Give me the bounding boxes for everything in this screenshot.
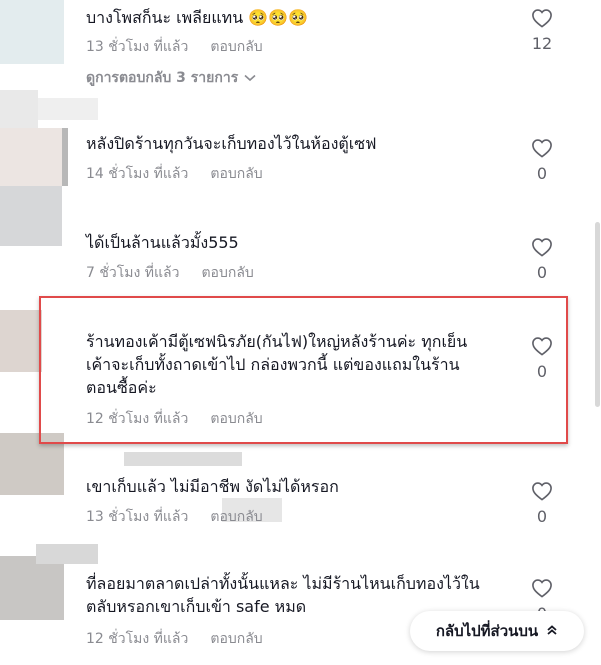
like-button[interactable]: 12: [528, 8, 556, 53]
avatar[interactable]: [0, 310, 42, 372]
comment-text: ที่ลอยมาตลาดเปล่าทั้งนั้นแหละ ไม่มีร้านไ…: [86, 574, 480, 593]
like-button[interactable]: 0: [528, 481, 556, 526]
comment-meta: 12 ชั่วโมง ที่แล้ว ตอบกลับ: [86, 628, 263, 650]
back-to-top-label: กลับไปที่ส่วนบน: [435, 622, 539, 640]
like-button[interactable]: 0: [528, 237, 556, 282]
view-replies-label: ดูการตอบกลับ 3 รายการ: [86, 70, 239, 86]
reply-button[interactable]: ตอบกลับ: [210, 39, 262, 55]
double-chevron-up-icon: [546, 624, 558, 639]
reply-button[interactable]: ตอบกลับ: [210, 509, 262, 525]
like-count: 0: [536, 164, 548, 183]
comment-text: ได้เป็นล้านแล้วมั้ง555: [86, 233, 239, 252]
comment-meta: 14 ชั่วโมง ที่แล้ว ตอบกลับ: [86, 163, 263, 185]
heart-outline-icon: [532, 139, 552, 158]
avatar[interactable]: [0, 0, 64, 64]
like-count: 0: [536, 263, 548, 282]
comment-meta: 13 ชั่วโมง ที่แล้ว ตอบกลับ: [86, 506, 263, 528]
blurred-username: [124, 452, 242, 466]
comment-text: เขาเก็บแล้ว ไม่มีอาชีพ งัดไม่ได้หรอก: [86, 477, 339, 496]
comment-time: 14 ชั่วโมง ที่แล้ว: [86, 166, 189, 182]
reply-button[interactable]: ตอบกลับ: [201, 265, 253, 281]
comment-time: 12 ชั่วโมง ที่แล้ว: [86, 631, 189, 647]
avatar[interactable]: [0, 186, 64, 246]
reply-button[interactable]: ตอบกลับ: [210, 166, 262, 182]
like-button[interactable]: 0: [528, 138, 556, 183]
heart-outline-icon: [532, 238, 552, 257]
back-to-top-button[interactable]: กลับไปที่ส่วนบน: [410, 611, 584, 651]
comment-time: 13 ชั่วโมง ที่แล้ว: [86, 39, 189, 55]
scrollbar-thumb[interactable]: [595, 222, 600, 407]
like-count: 0: [536, 507, 548, 526]
like-count: 12: [531, 34, 553, 53]
heart-outline-icon: [532, 579, 552, 598]
comment-text: ตลับหรอกเขาเก็บเข้า safe หมด: [86, 597, 307, 616]
comment-text: บางโพสก็นะ เพลียแทน 🥺🥺🥺: [86, 8, 309, 27]
highlight-box: [39, 296, 568, 444]
avatar: [0, 90, 98, 130]
avatar[interactable]: [0, 544, 98, 620]
comment-time: 7 ชั่วโมง ที่แล้ว: [86, 265, 180, 281]
avatar[interactable]: [0, 128, 70, 186]
comment-time: 13 ชั่วโมง ที่แล้ว: [86, 509, 189, 525]
chevron-down-icon: [244, 70, 256, 86]
comment-meta: 7 ชั่วโมง ที่แล้ว ตอบกลับ: [86, 262, 254, 284]
heart-outline-icon: [532, 482, 552, 501]
heart-outline-icon: [532, 9, 552, 28]
comment-text: หลังปิดร้านทุกวันจะเก็บทองไว้ในห้องตู้เซ…: [86, 134, 377, 153]
view-replies-button[interactable]: ดูการตอบกลับ 3 รายการ: [86, 67, 256, 89]
comment-meta: 13 ชั่วโมง ที่แล้ว ตอบกลับ: [86, 36, 263, 58]
reply-button[interactable]: ตอบกลับ: [210, 631, 262, 647]
